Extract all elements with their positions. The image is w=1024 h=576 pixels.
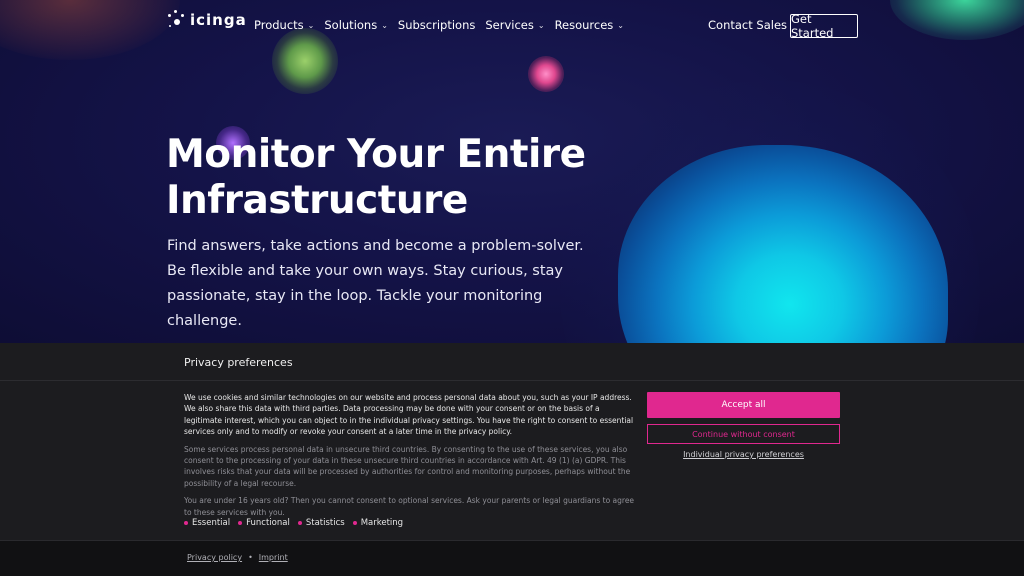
brand-name: icinga	[190, 11, 247, 29]
footer-separator: •	[248, 553, 253, 562]
page-title-line: Monitor Your Entire	[166, 132, 586, 177]
nav-item-label: Services	[485, 18, 534, 32]
nav-item-resources[interactable]: Resources ⌄	[555, 18, 624, 32]
nav-item-label: Products	[254, 18, 304, 32]
cookie-banner-text: We use cookies and similar technologies …	[184, 392, 636, 518]
nav-item-products[interactable]: Products ⌄	[254, 18, 314, 32]
bullet-icon	[352, 521, 357, 525]
bullet-icon	[297, 521, 302, 525]
nav-item-label: Solutions	[324, 18, 378, 32]
cookie-paragraph: We use cookies and similar technologies …	[184, 393, 634, 437]
bullet-icon	[184, 521, 188, 525]
chevron-down-icon: ⌄	[381, 20, 388, 30]
bullet-icon	[238, 521, 243, 525]
chevron-down-icon: ⌄	[617, 20, 624, 30]
category-label: Statistics	[305, 518, 345, 528]
main-menu: Products ⌄ Solutions ⌄ Subscriptions Servi…	[254, 18, 624, 32]
page-title-line: Infrastructure	[166, 178, 468, 223]
chevron-down-icon: ⌄	[307, 20, 315, 30]
hero-lead-text: Find answers, take actions and become a …	[167, 238, 584, 329]
chevron-down-icon: ⌄	[537, 20, 545, 30]
category-label: Marketing	[360, 518, 404, 528]
cookie-paragraph: You are under 16 years old? Then you can…	[184, 496, 635, 517]
hero-section: icinga Products ⌄ Solutions ⌄ Subscription…	[0, 0, 1024, 343]
logo-icon	[168, 10, 184, 30]
page-title: Monitor Your Entire Infrastructure	[166, 132, 586, 224]
category-label: Functional	[246, 518, 290, 528]
continue-without-consent-button[interactable]: Continue without consent	[647, 424, 840, 444]
category-label: Essential	[192, 518, 231, 528]
top-navigation: icinga Products ⌄ Solutions ⌄ Subscription…	[0, 0, 1024, 52]
nav-item-subscriptions[interactable]: Subscriptions	[398, 18, 475, 32]
category-statistics[interactable]: Statistics	[297, 518, 345, 528]
cookie-banner-footer: Privacy policy • Imprint	[0, 540, 1024, 576]
category-essential[interactable]: Essential	[184, 518, 230, 528]
consent-categories: Essential Functional Statistics Marketin…	[184, 518, 403, 528]
category-functional[interactable]: Functional	[238, 518, 290, 528]
footer-links: Privacy policy • Imprint	[187, 553, 288, 562]
nav-item-label: Subscriptions	[397, 18, 476, 32]
cookie-paragraph: Some services process personal data in u…	[184, 444, 631, 488]
cookie-banner-title: Privacy preferences	[184, 356, 293, 369]
imprint-link[interactable]: Imprint	[259, 553, 288, 562]
get-started-button[interactable]: Get Started	[790, 12, 858, 40]
individual-privacy-preferences-link[interactable]: Individual privacy preferences	[647, 450, 840, 459]
brand-logo[interactable]: icinga	[168, 8, 247, 32]
accept-all-button[interactable]: Accept all	[647, 392, 840, 418]
privacy-policy-link[interactable]: Privacy policy	[187, 553, 242, 562]
cookie-consent-banner: Privacy preferences We use cookies and s…	[0, 343, 1024, 576]
category-marketing[interactable]: Marketing	[352, 518, 404, 528]
cookie-banner-header: Privacy preferences	[0, 343, 1024, 381]
contact-sales-link[interactable]: Contact Sales	[708, 18, 787, 32]
nav-item-services[interactable]: Services ⌄	[485, 18, 544, 32]
decorative-blob	[528, 56, 564, 92]
nav-item-solutions[interactable]: Solutions ⌄	[324, 18, 388, 32]
nav-item-label: Resources	[554, 18, 614, 32]
